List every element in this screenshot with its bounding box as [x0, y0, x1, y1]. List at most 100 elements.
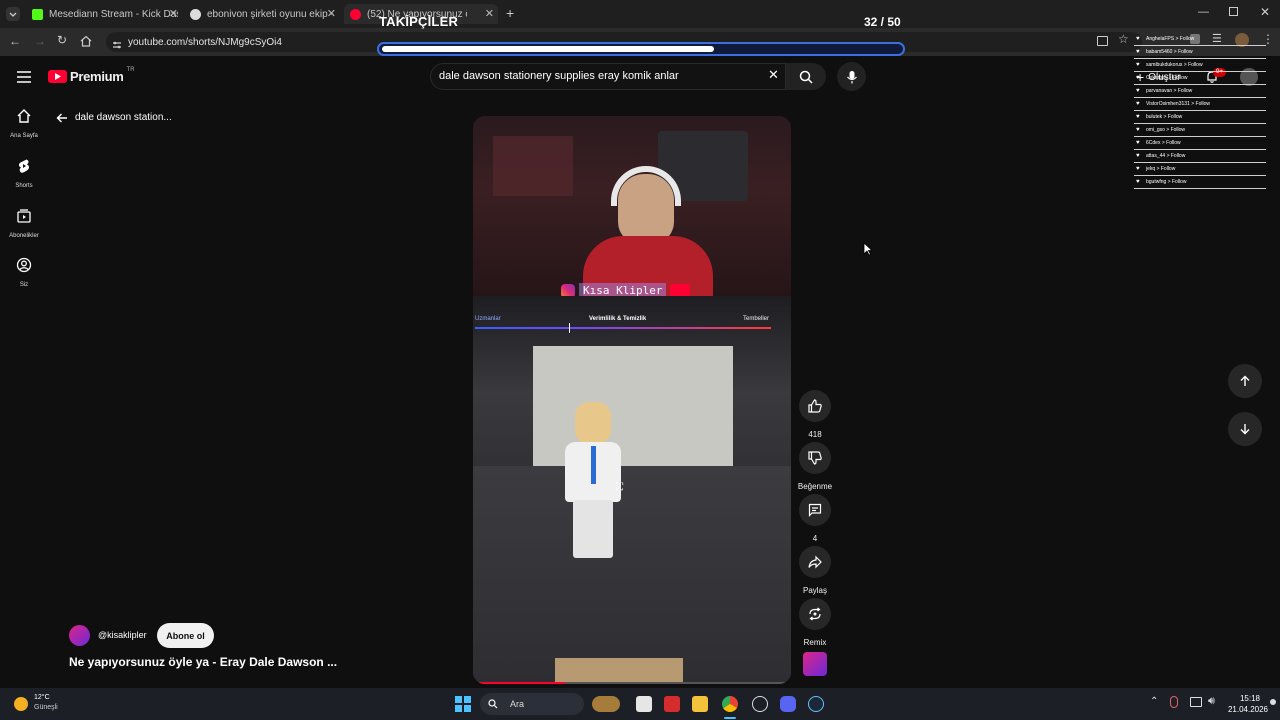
arrow-left-icon [56, 113, 67, 123]
tab-google[interactable]: ebonivon şirketi oyunu ekip - G ✕ [190, 4, 336, 24]
weather-desc: Güneşli [34, 704, 58, 711]
youtube-page: Premium TR dale dawson stationery suppli… [0, 56, 1280, 688]
video-progress-bar[interactable] [479, 682, 785, 684]
file-explorer-icon[interactable] [692, 696, 708, 712]
network-icon[interactable] [1190, 697, 1202, 707]
character-head [575, 402, 611, 444]
new-tab-button[interactable]: + [506, 5, 514, 21]
video-progress-fill [479, 682, 565, 684]
clock-time[interactable]: 15:18 [1220, 694, 1260, 703]
sidebar-item-subscriptions[interactable]: Abonelikler [0, 208, 48, 239]
forward-icon[interactable]: → [34, 34, 46, 48]
sidebar-item-label: Shorts [15, 183, 33, 189]
search-icon [799, 70, 813, 84]
subscribe-button[interactable]: Abone ol [157, 623, 214, 648]
volume-icon[interactable]: 🔊︎ [1208, 695, 1215, 708]
sidebar-item-shorts[interactable]: Shorts [0, 158, 48, 189]
close-icon[interactable]: ✕ [169, 7, 178, 20]
close-icon[interactable]: ✕ [485, 7, 494, 20]
mouse-cursor-icon [863, 242, 874, 261]
sidebar-item-you[interactable]: Siz [0, 257, 48, 288]
follower-goal-count: 32 / 50 [864, 15, 901, 29]
back-icon[interactable]: ← [9, 34, 21, 48]
minimize-button[interactable]: — [1198, 6, 1209, 18]
tab-title: Mesediann Stream - Kick Dashb [49, 8, 178, 20]
follow-alert-row: AnghelaFPS > Follow [1134, 34, 1266, 46]
follow-alert-row: attas_44 > Follow [1134, 151, 1266, 163]
youtube-icon [350, 8, 361, 20]
notification-center-icon[interactable] [1270, 699, 1276, 705]
voice-search-button[interactable] [837, 62, 866, 91]
room-back-wall [533, 346, 733, 466]
home-icon[interactable] [80, 34, 92, 47]
room-floor [473, 466, 791, 684]
follow-alert-row: samibukdukorus > Follow [1134, 60, 1266, 72]
chevron-up-icon[interactable]: ⌃ [1150, 696, 1158, 707]
taskbar-search[interactable]: Ara [480, 693, 584, 715]
site-info-icon[interactable] [112, 37, 122, 49]
sound-thumbnail[interactable] [803, 652, 827, 676]
follower-goal-progress-fill [382, 46, 714, 52]
dislike-label: Beğenme [797, 482, 833, 491]
background-shelf [493, 136, 573, 196]
bookmark-star-icon[interactable]: ☆ [1118, 32, 1129, 46]
widgets-icon[interactable] [592, 696, 620, 712]
chrome-icon[interactable] [722, 696, 738, 712]
maximize-button[interactable] [1229, 7, 1238, 16]
weather-temp: 12°C [34, 694, 50, 701]
previous-short-button[interactable] [1228, 364, 1262, 398]
next-short-button[interactable] [1228, 412, 1262, 446]
tab-title: ebonivon şirketi oyunu ekip - G [207, 8, 336, 20]
microphone-icon[interactable] [1170, 696, 1178, 708]
follow-alert-row: bgutwfng > Follow [1134, 177, 1266, 189]
back-button[interactable] [56, 111, 68, 123]
reload-icon[interactable]: ↻ [57, 33, 67, 47]
user-icon [16, 257, 32, 273]
search-query: dale dawson stationery supplies eray kom… [439, 70, 679, 82]
youtube-play-icon [48, 70, 67, 83]
like-button[interactable]: 418 [795, 390, 835, 439]
app-red-icon[interactable] [664, 696, 680, 712]
discord-icon[interactable] [780, 696, 796, 712]
sidebar-item-home[interactable]: Ana Sayfa [0, 108, 48, 139]
task-view-icon[interactable] [636, 696, 652, 712]
game-footage: Uzmanlar Verimlilik & Temizlik Tembeller… [473, 296, 791, 684]
dislike-button[interactable]: Beğenme [795, 442, 835, 491]
weather-icon[interactable] [14, 697, 28, 711]
comment-count: 4 [812, 534, 818, 543]
tab-search-icon[interactable] [6, 7, 20, 21]
remix-button[interactable]: Remix [795, 598, 835, 647]
clock-date[interactable]: 21.04.2026 [1220, 705, 1268, 714]
close-window-button[interactable]: ✕ [1260, 5, 1270, 19]
hud-left-label: Uzmanlar [475, 316, 501, 322]
follow-alert-row: 6Cdex > Follow [1134, 138, 1266, 150]
subscriptions-icon [17, 209, 31, 223]
channel-avatar[interactable] [69, 625, 90, 646]
thumbs-down-icon [808, 451, 822, 465]
steam-icon[interactable] [808, 696, 824, 712]
follower-goal-progress [377, 42, 905, 56]
sidebar-item-label: Ana Sayfa [10, 133, 38, 139]
comments-button[interactable]: 4 [795, 494, 835, 543]
app-circle-icon[interactable] [752, 696, 768, 712]
install-app-icon[interactable] [1097, 36, 1108, 46]
kick-icon [32, 8, 43, 20]
hud-meter-marker [569, 323, 570, 333]
tab-kick[interactable]: Mesediann Stream - Kick Dashb ✕ [32, 4, 178, 24]
start-button[interactable] [455, 696, 471, 712]
menu-icon[interactable] [17, 70, 31, 83]
remix-icon [809, 607, 821, 621]
share-button[interactable]: Paylaş [795, 546, 835, 595]
follow-alert-row: parvanavan > Follow [1134, 86, 1266, 98]
channel-handle[interactable]: @kisaklipler [98, 630, 147, 640]
sidebar-item-label: Siz [19, 282, 29, 288]
browser-tab-strip: Mesediann Stream - Kick Dashb ✕ ebonivon… [0, 0, 1280, 28]
short-video-player[interactable]: Kısa Klipler Uzmanlar Verimlilik & Temiz… [473, 116, 791, 684]
active-app-indicator [724, 717, 736, 719]
close-icon[interactable]: ✕ [327, 7, 336, 20]
search-button[interactable] [786, 63, 826, 90]
follow-alert-row: Oskarbey > Follow [1134, 73, 1266, 85]
youtube-logo[interactable]: Premium TR [48, 67, 135, 84]
clear-search-icon[interactable]: ✕ [768, 67, 779, 83]
follow-alert-row: jekq > Follow [1134, 164, 1266, 176]
